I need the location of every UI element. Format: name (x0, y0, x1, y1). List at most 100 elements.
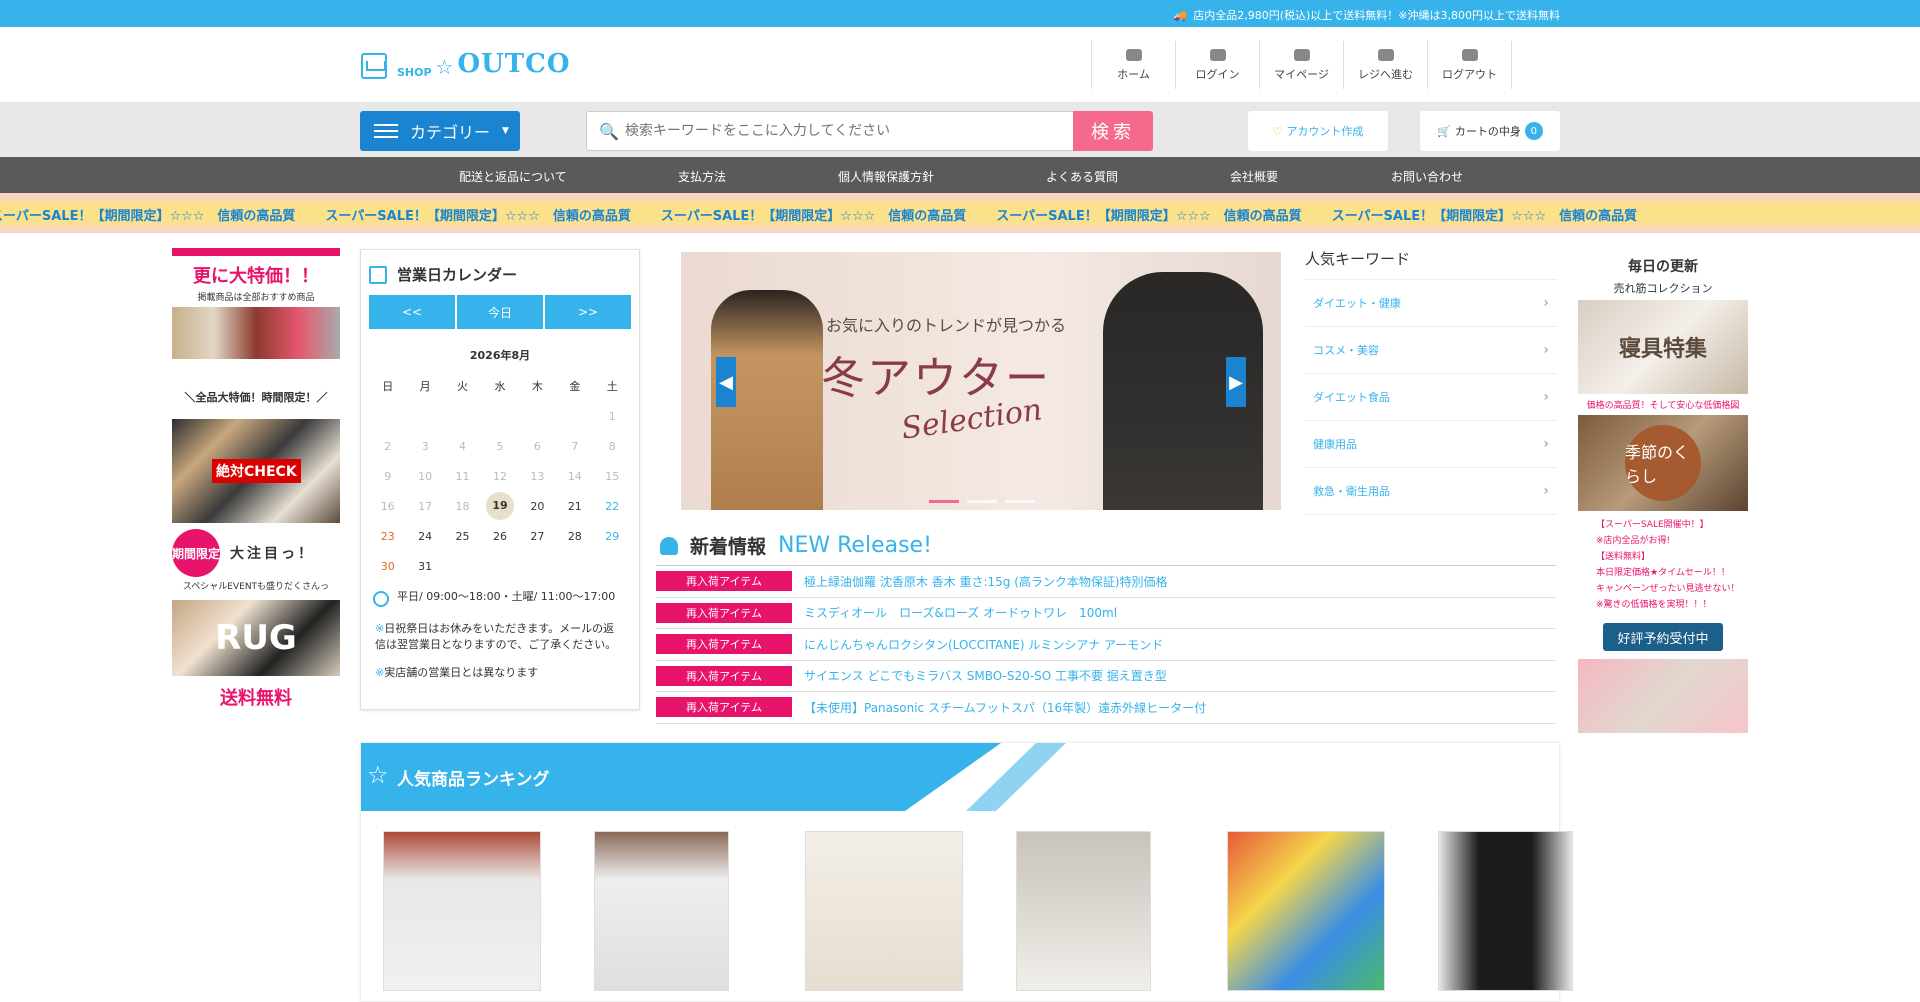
banner-text: スーパーSALE！【期間限定】☆☆☆ 信頼の高品質 (1331, 209, 1638, 224)
slider-prev-arrow-icon[interactable]: ◀ (716, 357, 736, 407)
coats-image[interactable]: 絶対CHECK (172, 419, 340, 523)
bags-image[interactable] (172, 307, 340, 359)
star-icon: ☆ (435, 55, 454, 79)
nav-home[interactable]: ホーム (1092, 41, 1176, 89)
left-ad-column[interactable]: 更に大特価！！ 掲載商品は全部おすすめ商品 ＼全品大特価！時間限定！／ 絶対CH… (172, 248, 340, 710)
nav-payment[interactable]: 支払方法 (678, 168, 726, 185)
home-icon (1125, 48, 1142, 61)
news-title: 新着情報 (690, 536, 767, 558)
preorder-button[interactable]: 好評予約受付中 (1603, 623, 1723, 651)
nav-login[interactable]: ログイン (1176, 41, 1260, 89)
left-ad-sale: ＼全品大特価！時間限定！／ (184, 391, 328, 404)
promo-line: キャンペーンぜったい見逃せない！ (1596, 584, 1740, 594)
hero-slider[interactable]: お気に入りのトレンドが見つかる 冬アウター Selection ◀ ▶ (681, 252, 1281, 510)
site-header: SHOP ☆ OUTCO ホーム ログイン マイページ レジへ進む ログアウト (0, 27, 1920, 102)
calendar-day: 23 (380, 529, 395, 543)
news-link[interactable]: 極上緑油伽羅 沈香原木 香木 重さ:15g (高ランク本物保証)特別価格 (804, 573, 1168, 590)
category-button[interactable]: カテゴリー ▼ (360, 111, 520, 151)
nav-company[interactable]: 会社概要 (1230, 168, 1278, 185)
calendar-prev-button[interactable]: << (369, 295, 455, 329)
weekday: 月 (419, 380, 431, 393)
holiday-note: 日祝祭日はお休みをいただきます。メールの返信は翌営業日となりますので、ご了承くだ… (375, 622, 617, 651)
keyword-item[interactable]: 健康用品 › (1305, 421, 1557, 468)
business-hours: 平日/ 09:00～18:00・土曜/ 11:00～17:00 (397, 590, 616, 603)
clock-icon (373, 591, 389, 607)
banner-text: スーパーSALE！【期間限定】☆☆☆ 信頼の高品質 (660, 209, 967, 224)
calendar-next-button[interactable]: >> (545, 295, 631, 329)
nav-label: マイページ (1274, 67, 1329, 81)
search-bar: カテゴリー ▼ 🔍 検索 ♡アカウント作成 🛒カートの中身0 (0, 102, 1920, 157)
chevron-right-icon: › (1543, 483, 1549, 499)
calendar-icon (369, 265, 387, 284)
news-tag: 再入荷アイテム (656, 697, 792, 718)
shipping-notice: 店内全品2,980円(税込)以上で送料無料！※沖縄は3,800円以上で送料無料 (1193, 9, 1560, 22)
product-card[interactable] (805, 831, 1016, 991)
nav-mypage[interactable]: マイページ (1260, 41, 1344, 89)
season-text: 季節のくらし (1625, 425, 1701, 501)
star-icon: ☆ (367, 761, 389, 789)
news-link[interactable]: 【未使用】Panasonic スチームフットスパ（16年製）遠赤外線ヒーター付 (804, 699, 1206, 716)
keyword-item[interactable]: ダイエット・健康 › (1305, 280, 1557, 327)
slider-next-arrow-icon[interactable]: ▶ (1226, 357, 1246, 407)
season-image[interactable]: 季節のくらし (1578, 415, 1748, 511)
search-icon: 🔍 (599, 121, 619, 141)
product-card[interactable] (383, 831, 594, 991)
nav-faq[interactable]: よくある質問 (1046, 168, 1118, 185)
rug-text: RUG (215, 618, 297, 658)
pink-ad-image[interactable] (1578, 659, 1748, 733)
news-tag: 再入荷アイテム (656, 602, 792, 623)
right-ad-column[interactable]: 毎日の更新 売れ筋コレクション 寝具特集 価格の高品質！そして安心な低価格図 季… (1578, 256, 1748, 733)
nav-contact[interactable]: お問い合わせ (1391, 168, 1463, 185)
keyword-item[interactable]: コスメ・美容 › (1305, 327, 1557, 374)
product-card[interactable] (1227, 831, 1438, 991)
news-link[interactable]: ミスディオール ローズ&ローズ オードゥトワレ 100ml (804, 604, 1117, 621)
product-card[interactable] (1438, 831, 1649, 991)
bedding-image[interactable]: 寝具特集 (1578, 300, 1748, 394)
search-button[interactable]: 検索 (1073, 111, 1153, 151)
search-box: 🔍 (586, 111, 1074, 151)
rug-image[interactable]: RUG (172, 600, 340, 676)
nav-logout[interactable]: ログアウト (1428, 41, 1512, 89)
promo-line: 本日限定価格★タイムセール！！ (1596, 568, 1730, 578)
nav-register[interactable]: レジへ進む (1344, 41, 1428, 89)
news-row: 再入荷アイテム 極上緑油伽羅 沈香原木 香木 重さ:15g (高ランク本物保証)特… (656, 566, 1556, 598)
chevron-right-icon: › (1543, 389, 1549, 405)
news-title-en: NEW Release! (778, 533, 932, 558)
caret-down-icon: ▼ (502, 126, 509, 136)
news-row: 再入荷アイテム にんじんちゃんロクシタン(LOCCITANE) ルミンシアナ アー… (656, 629, 1556, 661)
product-card[interactable] (1016, 831, 1227, 991)
nav-privacy[interactable]: 個人情報保護方針 (838, 168, 934, 185)
calendar-today-button[interactable]: 今日 (457, 295, 543, 329)
site-logo[interactable]: SHOP ☆ OUTCO (361, 49, 571, 79)
chevron-right-icon: › (1543, 342, 1549, 358)
product-card[interactable] (594, 831, 805, 991)
calendar-day: 27 (530, 529, 545, 543)
promo-line: 【スーパーSALE開催中！】 (1596, 520, 1709, 530)
popular-keywords: 人気キーワード ダイエット・健康 › コスメ・美容 › ダイエット食品 › 健康用品 ›… (1305, 248, 1557, 515)
keyword-item[interactable]: 救急・衛生用品 › (1305, 468, 1557, 515)
logo-name: OUTCO (457, 49, 571, 79)
cart-button[interactable]: 🛒 カートの中身 0 (1420, 111, 1560, 151)
account-label: アカウント作成 (1286, 125, 1364, 138)
calendar-title: 営業日カレンダー (397, 266, 518, 284)
news-link[interactable]: サイエンス どこでもミラバス SMBO-S20-SO 工事不要 据え置き型 (804, 667, 1167, 684)
calendar-day: 13 (530, 469, 545, 483)
sale-banner[interactable]: スーパーSALE！【期間限定】☆☆☆ 信頼の高品質 スーパーSALE！【期間限定… (0, 193, 1920, 233)
slider-dot[interactable] (1005, 500, 1035, 503)
keyword-label: ダイエット食品 (1313, 391, 1390, 404)
slider-dot[interactable] (967, 500, 997, 503)
calendar-day: 26 (492, 529, 507, 543)
search-input[interactable] (624, 123, 1065, 139)
weekday: 水 (494, 380, 506, 393)
news-tag: 再入荷アイテム (656, 571, 792, 592)
slider-dot[interactable] (929, 500, 959, 503)
news-link[interactable]: にんじんちゃんロクシタン(LOCCITANE) ルミンシアナ アーモンド (804, 636, 1163, 653)
nav-label: ホーム (1117, 67, 1150, 81)
account-create-button[interactable]: ♡ アカウント作成 (1248, 111, 1388, 151)
keyword-item[interactable]: ダイエット食品 › (1305, 374, 1557, 421)
calendar-day: 29 (605, 529, 620, 543)
banner-text: スーパーSALE！【期間限定】☆☆☆ 信頼の高品質 (325, 209, 631, 224)
nav-label: ログアウト (1442, 67, 1497, 81)
left-ad-subtitle: 掲載商品は全部おすすめ商品 (197, 293, 315, 303)
nav-shipping[interactable]: 配送と返品について (459, 168, 567, 185)
